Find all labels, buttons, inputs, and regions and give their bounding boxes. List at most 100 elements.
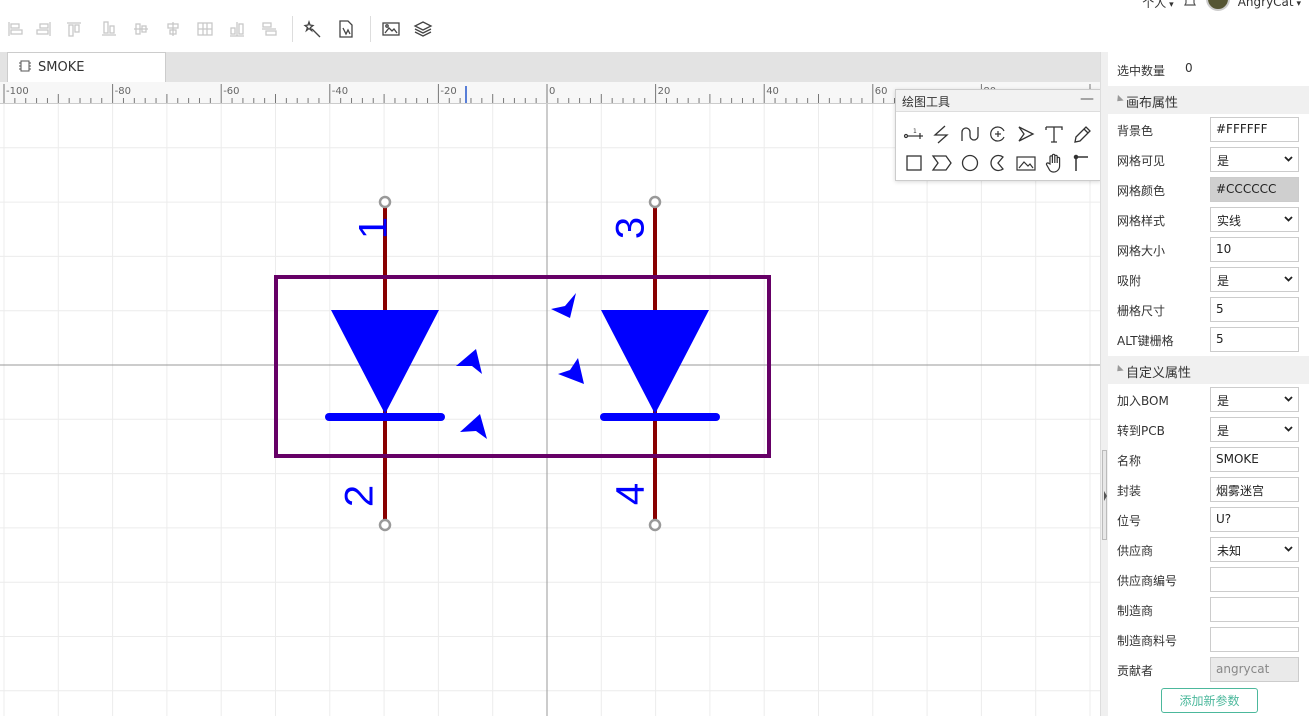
pie-tool-icon[interactable]	[987, 152, 1009, 174]
layers-icon[interactable]	[412, 18, 434, 40]
prop-label: 栅格尺寸	[1117, 304, 1166, 318]
prop-row: 网格可见 是	[1108, 144, 1309, 174]
schematic-canvas[interactable]: 1 2 3 4	[0, 104, 1100, 716]
pin-4-end[interactable]	[648, 518, 662, 532]
prop-label: 转到PCB	[1117, 424, 1165, 438]
top-toolbar: 个人 ▾ AngryCat ▾	[0, 0, 1309, 52]
grid-align-icon[interactable]	[194, 18, 216, 40]
prop-input: angrycat	[1210, 657, 1299, 682]
prop-label: ALT键栅格	[1117, 334, 1174, 348]
prop-input[interactable]: 5	[1210, 297, 1299, 322]
prop-label: 供应商编号	[1117, 574, 1178, 588]
bezier-tool-icon[interactable]	[959, 123, 981, 145]
magic-select-icon[interactable]	[302, 18, 324, 40]
prop-select[interactable]: 是	[1210, 147, 1299, 172]
prop-input[interactable]: 10	[1210, 237, 1299, 262]
prop-input[interactable]	[1210, 567, 1299, 592]
prop-label: 名称	[1117, 454, 1142, 468]
prop-row: 栅格尺寸 5	[1108, 294, 1309, 324]
polygon-tool-icon[interactable]	[931, 152, 953, 174]
user-menu[interactable]: AngryCat ▾	[1238, 0, 1301, 9]
distribute-v-icon[interactable]	[258, 18, 280, 40]
prop-select[interactable]: 未知	[1210, 537, 1299, 562]
prop-label: 网格可见	[1117, 154, 1166, 168]
receive-arrow-1	[551, 293, 576, 318]
emit-arrow-1	[456, 349, 482, 374]
splitter-handle[interactable]	[1102, 450, 1107, 540]
properties-panel: 选中数量 0 画布属性 背景色 #FFFFFF 网格可见是网格颜色 #CCCCCC 网格…	[1108, 52, 1309, 716]
align-top-icon[interactable]	[63, 18, 85, 40]
prop-input[interactable]: #FFFFFF	[1210, 117, 1299, 142]
prop-select[interactable]: 实线	[1210, 207, 1299, 232]
circle-tool-icon[interactable]	[959, 152, 981, 174]
pin-2-number: 2	[338, 485, 382, 507]
image-icon[interactable]	[380, 18, 402, 40]
canvas-svg[interactable]: 1 2 3 4	[0, 104, 1100, 716]
canvas-props-section[interactable]: 画布属性	[1108, 86, 1309, 114]
pin-4-number: 4	[609, 483, 653, 505]
pin-2-end[interactable]	[378, 518, 392, 532]
prop-input[interactable]: U?	[1210, 507, 1299, 532]
ruler-label: -40	[332, 86, 348, 97]
prop-row: 制造商	[1108, 594, 1309, 624]
prop-input[interactable]: #CCCCCC	[1210, 177, 1299, 202]
prop-label: 制造商料号	[1117, 634, 1178, 648]
user-name: AngryCat	[1237, 0, 1294, 9]
prop-label: 贡献者	[1117, 664, 1154, 678]
prop-row: 贡献者 angrycat	[1108, 654, 1309, 684]
prop-input[interactable]: SMOKE	[1210, 447, 1299, 472]
prop-label: 位号	[1117, 514, 1142, 528]
led-2-triangle	[601, 310, 709, 414]
prop-row: 位号 U?	[1108, 504, 1309, 534]
chip-icon	[18, 59, 32, 77]
prop-label: 吸附	[1117, 274, 1142, 288]
tab-smoke[interactable]: SMOKE	[7, 52, 166, 82]
align-left-icon[interactable]	[4, 18, 26, 40]
ruler-label: -20	[440, 86, 456, 97]
selected-count-label: 选中数量	[1117, 64, 1166, 78]
prop-row: 背景色 #FFFFFF	[1108, 114, 1309, 144]
smoke-component[interactable]: 1 2 3 4	[274, 195, 771, 532]
document-tab-bar: SMOKE	[0, 52, 1100, 82]
align-center-v-icon[interactable]	[162, 18, 184, 40]
avatar[interactable]	[1205, 0, 1230, 11]
component-body[interactable]	[274, 275, 771, 458]
panel-splitter[interactable]	[1100, 52, 1108, 716]
minimize-button[interactable]: —	[1080, 91, 1094, 107]
prop-input[interactable]: 烟雾迷宫	[1210, 477, 1299, 502]
origin-tool-icon[interactable]	[1071, 152, 1093, 174]
rect-tool-icon[interactable]	[903, 152, 925, 174]
prop-select[interactable]: 是	[1210, 267, 1299, 292]
add-param-button[interactable]: 添加新参数	[1161, 688, 1258, 713]
arc-tool-icon[interactable]	[987, 123, 1009, 145]
pin-3-end[interactable]	[648, 195, 662, 209]
align-bottom-icon[interactable]	[98, 18, 120, 40]
personal-menu[interactable]: 个人 ▾	[1142, 0, 1173, 11]
selected-count-row: 选中数量 0	[1108, 54, 1309, 84]
align-right-icon[interactable]	[33, 18, 55, 40]
bell-icon[interactable]	[1182, 0, 1198, 12]
prop-input[interactable]: 5	[1210, 327, 1299, 352]
pan-tool-icon[interactable]	[1043, 152, 1065, 174]
polyline-tool-icon[interactable]	[1015, 123, 1037, 145]
pencil-tool-icon[interactable]	[1071, 123, 1093, 145]
wire-tool-icon[interactable]	[931, 123, 953, 145]
chevron-down-icon	[1283, 393, 1294, 407]
prop-input[interactable]	[1210, 597, 1299, 622]
emit-arrow-2	[460, 414, 487, 439]
prop-select[interactable]: 是	[1210, 417, 1299, 442]
distribute-h-icon[interactable]	[226, 18, 248, 40]
toolbar-separator	[292, 16, 293, 42]
draw-tools-header[interactable]: 绘图工具 —	[896, 90, 1100, 112]
text-tool-icon[interactable]	[1043, 123, 1065, 145]
align-center-h-icon[interactable]	[130, 18, 152, 40]
prop-select[interactable]: 是	[1210, 387, 1299, 412]
pin-1-end[interactable]	[378, 195, 392, 209]
image-tool-icon[interactable]	[1015, 152, 1037, 174]
document-edit-icon[interactable]	[335, 18, 357, 40]
pin-tool-icon[interactable]: 1	[903, 123, 925, 145]
prop-row: 封装 烟雾迷宫	[1108, 474, 1309, 504]
prop-input[interactable]	[1210, 627, 1299, 652]
custom-props-section[interactable]: 自定义属性	[1108, 356, 1309, 384]
draw-tools-panel[interactable]: 绘图工具 — 1	[895, 89, 1101, 181]
